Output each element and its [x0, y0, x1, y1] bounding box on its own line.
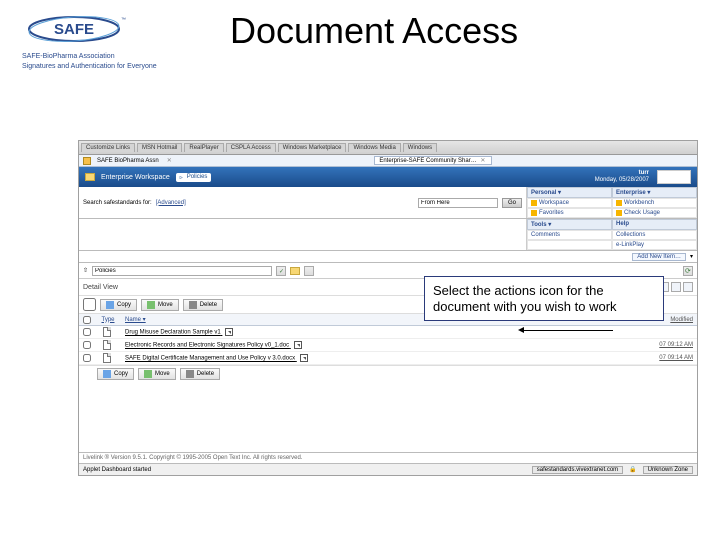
logo-brand-text: SAFE [54, 21, 94, 38]
document-table: Type Name ▾ Modified Drug Misuse Declara… [79, 314, 697, 365]
workspace-label: Enterprise Workspace [101, 174, 170, 181]
slide-title: Document Access [230, 10, 518, 52]
document-icon [103, 340, 111, 350]
linkbar-item[interactable]: RealPlayer [184, 143, 223, 152]
panel-comments[interactable]: Comments [527, 230, 612, 240]
logo-tagline-1: SAFE-BioPharma Association [22, 53, 172, 61]
page-tab-active[interactable]: Enterprise-SAFE Community Shar… ✕ [374, 156, 492, 165]
panel-workbench[interactable]: Workbench [612, 198, 697, 208]
actions-icon[interactable] [294, 341, 302, 349]
view-large-icon[interactable] [683, 282, 693, 292]
doc-modified: 07 09:14 AM [623, 355, 693, 361]
panel-help[interactable]: Help [612, 219, 697, 230]
move-button-bottom[interactable]: Move [138, 368, 176, 380]
logo-tagline-2: Signatures and Authentication for Everyo… [22, 63, 172, 71]
chevron-down-icon[interactable]: ▾ [690, 253, 693, 260]
row-checkbox[interactable] [83, 341, 91, 349]
status-url: safestandards.vivextranet.com [532, 466, 623, 474]
doc-name-link[interactable]: Drug Misuse Declaration Sample v1 [125, 330, 221, 336]
panel-elinkplay[interactable]: e-LinkPlay [612, 240, 697, 250]
panel-collections[interactable]: Collections [612, 230, 697, 240]
panel-enterprise[interactable]: Enterprise ▾ [612, 187, 697, 198]
star-icon [616, 200, 622, 206]
path-go-button[interactable]: ✓ [276, 266, 286, 276]
doc-name-link[interactable]: Electronic Records and Electronic Signat… [125, 343, 289, 349]
col-type[interactable]: Type [95, 317, 121, 323]
linkbar-item[interactable]: Windows Media [348, 143, 400, 152]
select-all-checkbox[interactable] [83, 298, 96, 311]
path-input[interactable] [92, 266, 272, 276]
current-date: Monday, 05/28/2007 [595, 177, 649, 184]
header-checkbox[interactable] [83, 316, 91, 324]
panel-tools[interactable]: Tools ▾ [527, 219, 612, 230]
move-button[interactable]: Move [141, 299, 179, 311]
doc-modified: 07 09:12 AM [623, 342, 693, 348]
folder-icon[interactable] [290, 267, 300, 275]
workspace-icon [85, 173, 95, 181]
copy-button[interactable]: Copy [100, 299, 137, 311]
panel-checkusage[interactable]: Check Usage [612, 208, 697, 218]
safe-logo: SAFE ™ SAFE-BioPharma Association Signat… [22, 12, 172, 70]
favicon-icon [83, 157, 91, 165]
view-label: Detail View [83, 284, 118, 291]
tab-close-icon[interactable]: ✕ [165, 157, 174, 164]
doc-name-link[interactable]: SAFE Digital Certificate Management and … [125, 356, 295, 362]
delete-button-bottom[interactable]: Delete [180, 368, 220, 380]
breadcrumb-sep: ▹ [180, 174, 183, 181]
search-label: Search safestandards for: [83, 200, 152, 206]
document-icon [103, 353, 111, 363]
panel-blank [527, 240, 612, 250]
actions-icon[interactable] [225, 328, 233, 336]
pointer-arrow [523, 330, 613, 331]
delete-icon [189, 301, 197, 309]
add-new-item-button[interactable]: Add New Item… [632, 253, 686, 261]
go-button[interactable]: Go [502, 198, 522, 208]
copy-icon [106, 301, 114, 309]
star-icon [616, 210, 622, 216]
document-icon [103, 327, 111, 337]
up-icon[interactable]: ⇧ [83, 267, 88, 274]
panel-personal[interactable]: Personal ▾ [527, 187, 612, 198]
star-icon [531, 210, 537, 216]
actions-icon[interactable] [300, 354, 308, 362]
linkbar-item[interactable]: Windows Marketplace [278, 143, 347, 152]
linkbar-item[interactable]: MSN Hotmail [137, 143, 182, 152]
table-row: Electronic Records and Electronic Signat… [79, 339, 697, 352]
table-row: Drug Misuse Declaration Sample v1 [79, 326, 697, 339]
breadcrumb[interactable]: Policies [187, 174, 208, 180]
panel-workspace[interactable]: Workspace [527, 198, 612, 208]
copyright-footer: Livelink ® Version 9.5.1. Copyright © 19… [79, 452, 697, 463]
brand-badge [657, 170, 691, 184]
linkbar-item[interactable]: CSPLA Access [226, 143, 276, 152]
view-thumb-icon[interactable] [671, 282, 681, 292]
search-from-input[interactable] [418, 198, 498, 208]
move-icon [147, 301, 155, 309]
status-text: Applet Dashboard started [83, 467, 151, 473]
star-icon [531, 200, 537, 206]
delete-icon [186, 370, 194, 378]
options-button[interactable] [304, 266, 314, 276]
user-name: turr [595, 170, 649, 177]
link-toolbar: Customize Links MSN Hotmail RealPlayer C… [79, 141, 697, 155]
delete-button[interactable]: Delete [183, 299, 223, 311]
copy-button-bottom[interactable]: Copy [97, 368, 134, 380]
move-icon [144, 370, 152, 378]
svg-text:™: ™ [121, 17, 126, 23]
copy-icon [103, 370, 111, 378]
row-checkbox[interactable] [83, 354, 91, 362]
tab-close-icon[interactable]: ✕ [478, 158, 487, 164]
panel-favorites[interactable]: Favorites [527, 208, 612, 218]
row-checkbox[interactable] [83, 328, 91, 336]
linkbar-item[interactable]: Customize Links [81, 143, 135, 152]
status-zone: Unknown Zone [643, 466, 693, 474]
instruction-callout: Select the actions icon for the document… [424, 276, 664, 321]
linkbar-item[interactable]: Windows [403, 143, 437, 152]
lock-icon: 🔒 [629, 466, 636, 473]
advanced-search-link[interactable]: [Advanced] [156, 200, 186, 206]
page-tab-1[interactable]: SAFE BioPharma Assn [97, 158, 159, 164]
refresh-button[interactable]: ⟳ [683, 266, 693, 276]
table-row: SAFE Digital Certificate Management and … [79, 352, 697, 365]
